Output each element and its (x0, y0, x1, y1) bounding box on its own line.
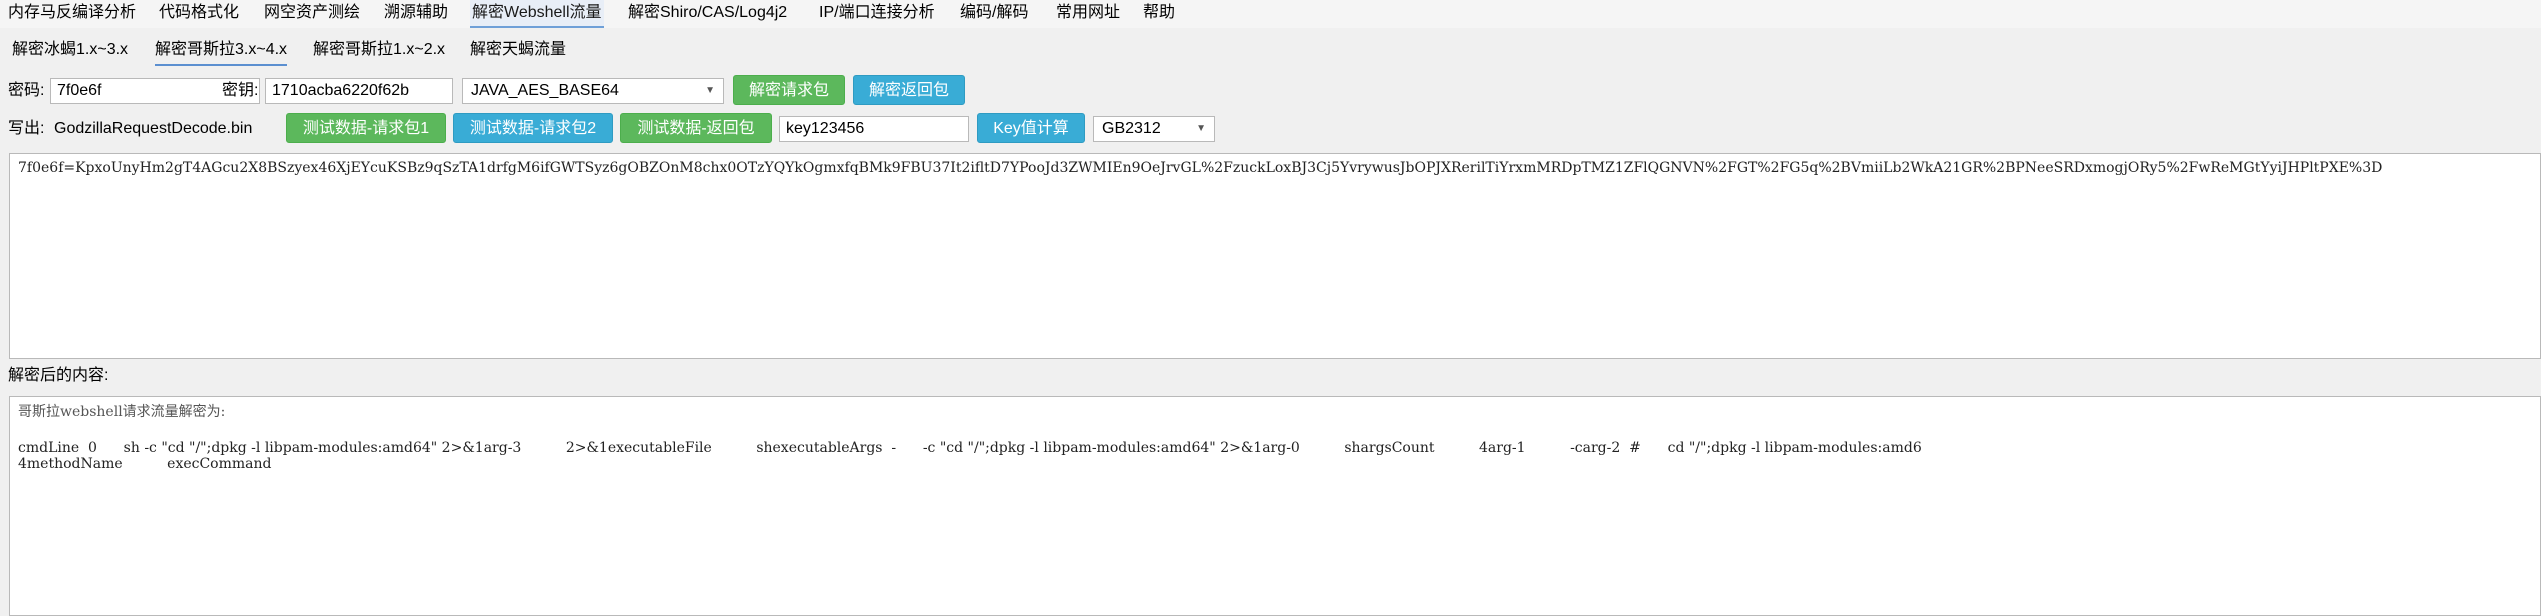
mode-select-value: JAVA_AES_BASE64 (471, 82, 619, 99)
output-file-name: GodzillaRequestDecode.bin (54, 120, 253, 137)
tab-tianxie[interactable]: 解密天蝎流量 (470, 36, 566, 64)
decrypt-request-button[interactable]: 解密请求包 (733, 75, 845, 105)
request-input-text: 7f0e6f=KpxoUnyHm2gT4AGcu2X8BSzyex46XjEYc… (18, 160, 2383, 176)
chevron-down-icon: ▼ (1196, 123, 1206, 134)
menu-common-urls[interactable]: 常用网址 (1054, 0, 1122, 26)
test-response-button[interactable]: 测试数据-返回包 (620, 113, 772, 143)
menu-asset-mapping[interactable]: 网空资产测绘 (262, 0, 362, 26)
test-request2-button[interactable]: 测试数据-请求包2 (453, 113, 613, 143)
request-input-area[interactable]: 7f0e6f=KpxoUnyHm2gT4AGcu2X8BSzyex46XjEYc… (9, 153, 2541, 359)
menu-encode-decode[interactable]: 编码/解码 (958, 0, 1030, 26)
menu-memshell-decompile[interactable]: 内存马反编译分析 (6, 0, 138, 26)
menu-decrypt-webshell[interactable]: 解密Webshell流量 (470, 0, 604, 28)
menu-help[interactable]: 帮助 (1141, 0, 1177, 26)
decrypted-line-2: 4methodName execCommand (18, 456, 272, 472)
key-calc-button[interactable]: Key值计算 (977, 113, 1085, 143)
tab-behinder[interactable]: 解密冰蝎1.x~3.x (12, 36, 128, 64)
charset-select-value: GB2312 (1102, 120, 1161, 137)
key-input[interactable]: 1710acba6220f62b (265, 78, 453, 104)
menu-bar: 内存马反编译分析 代码格式化 网空资产测绘 溯源辅助 解密Webshell流量 … (0, 0, 2541, 28)
mode-select[interactable]: JAVA_AES_BASE64 ▼ (462, 78, 724, 104)
output-label: 写出: (8, 120, 45, 137)
decrypted-output-area[interactable]: 哥斯拉webshell请求流量解密为: cmdLine 0 sh -c "cd … (9, 396, 2541, 616)
decrypted-header: 哥斯拉webshell请求流量解密为: (18, 404, 226, 420)
tab-godzilla-3-4[interactable]: 解密哥斯拉3.x~4.x (155, 36, 288, 66)
decrypt-subtabs: 解密冰蝎1.x~3.x 解密哥斯拉3.x~4.x 解密哥斯拉1.x~2.x 解密… (0, 36, 2541, 66)
key-seed-input[interactable]: key123456 (779, 116, 969, 142)
tab-godzilla-1-2[interactable]: 解密哥斯拉1.x~2.x (313, 36, 445, 64)
test-request1-button[interactable]: 测试数据-请求包1 (286, 113, 446, 143)
decrypt-response-button[interactable]: 解密返回包 (853, 75, 965, 105)
menu-trace-assist[interactable]: 溯源辅助 (382, 0, 450, 26)
decrypted-line-1: cmdLine 0 sh -c "cd "/";dpkg -l libpam-m… (18, 440, 1922, 456)
key-label: 密钥: (222, 82, 259, 99)
menu-ip-port-analysis[interactable]: IP/端口连接分析 (817, 0, 937, 26)
charset-select[interactable]: GB2312 ▼ (1093, 116, 1215, 142)
decrypted-content-label: 解密后的内容: (8, 367, 109, 384)
password-label: 密码: (8, 82, 45, 99)
menu-code-format[interactable]: 代码格式化 (157, 0, 241, 26)
menu-decrypt-shiro[interactable]: 解密Shiro/CAS/Log4j2 (626, 0, 789, 26)
chevron-down-icon: ▼ (705, 85, 715, 96)
